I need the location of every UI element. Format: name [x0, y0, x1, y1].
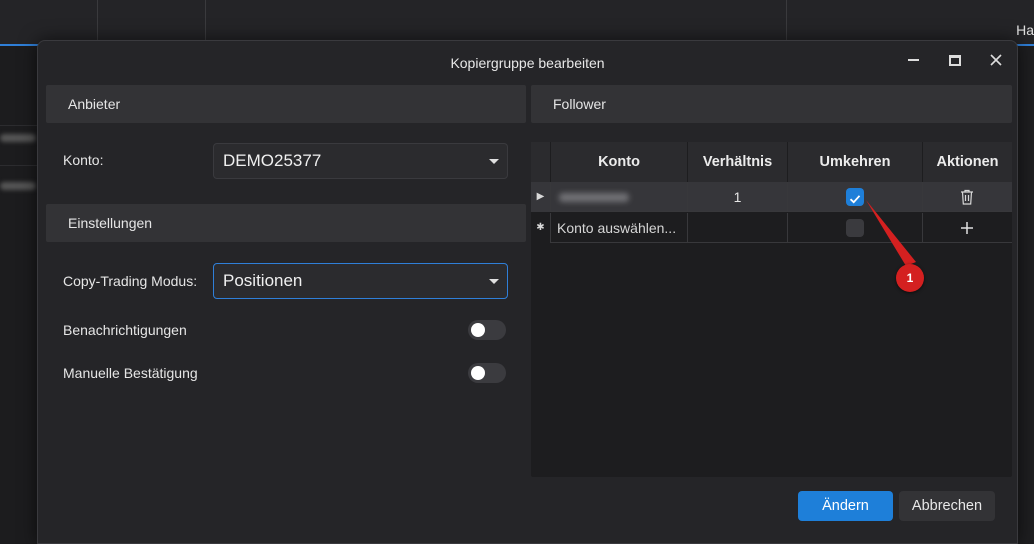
annotation-badge: 1 [896, 264, 924, 292]
annotation-arrow [866, 200, 916, 266]
annotation-pointer [866, 200, 916, 266]
